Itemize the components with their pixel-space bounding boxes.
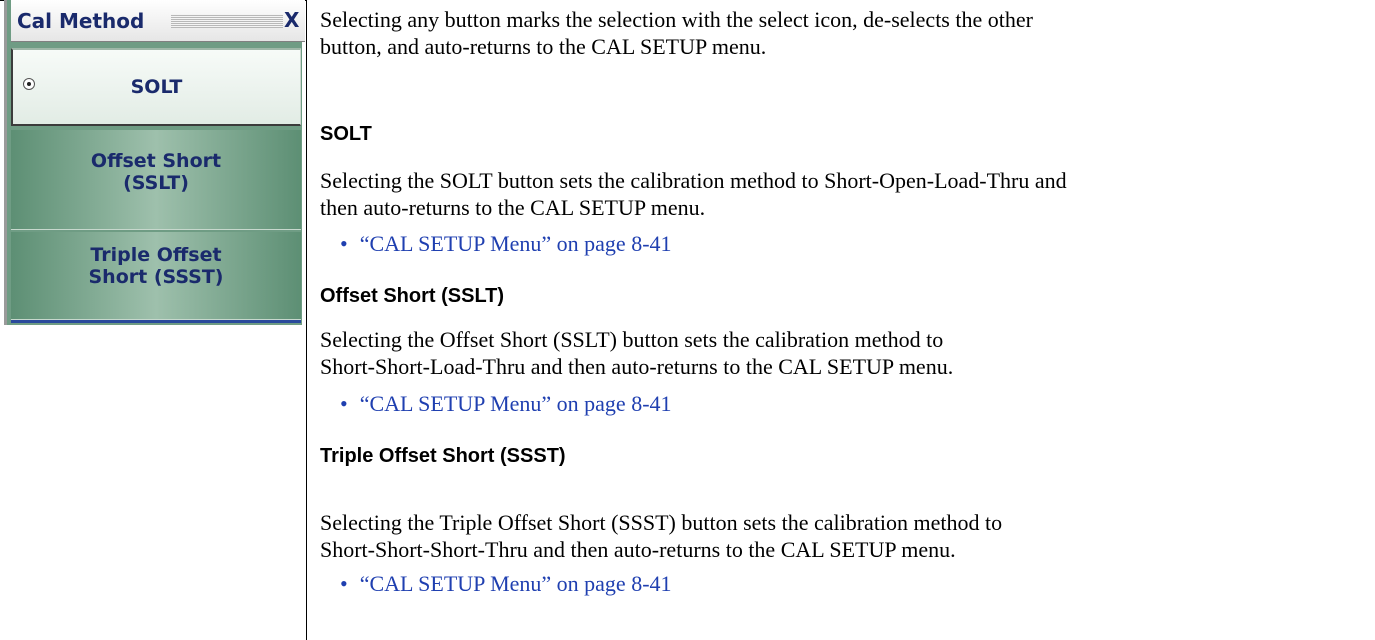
- cal-method-menu: Cal Method X SOLT Offset Short (SSLT) Tr…: [4, 0, 305, 325]
- bullet-icon: •: [340, 231, 348, 256]
- document-page: Cal Method X SOLT Offset Short (SSLT) Tr…: [0, 0, 1375, 640]
- list-item: • “CAL SETUP Menu” on page 8-41: [340, 390, 672, 417]
- solt-button-label: SOLT: [130, 76, 183, 98]
- menu-titlebar: Cal Method X: [11, 0, 305, 42]
- menu-column: Cal Method X SOLT Offset Short (SSLT) Tr…: [0, 0, 306, 640]
- section-heading-sslt: Offset Short (SSLT): [320, 285, 505, 307]
- cal-setup-menu-link[interactable]: “CAL SETUP Menu” on page 8-41: [360, 231, 672, 256]
- ssst-text-line1: Selecting the Triple Offset Short (SSST)…: [320, 510, 1003, 535]
- offset-short-label-line2: (SSLT): [123, 172, 189, 194]
- solt-text-line2: then auto-returns to the CAL SETUP menu.: [320, 195, 706, 220]
- cal-setup-menu-link[interactable]: “CAL SETUP Menu” on page 8-41: [360, 571, 672, 596]
- triple-offset-label-line2: Short (SSST): [88, 266, 224, 288]
- offset-short-button-label: Offset Short (SSLT): [11, 150, 301, 194]
- section-text-solt: Selecting the SOLT button sets the calib…: [320, 167, 1360, 221]
- close-button[interactable]: X: [284, 8, 299, 32]
- offset-short-label-line1: Offset Short: [90, 150, 222, 172]
- cal-setup-menu-link[interactable]: “CAL SETUP Menu” on page 8-41: [360, 391, 672, 416]
- intro-line1: Selecting any button marks the selection…: [320, 7, 1033, 32]
- menu-title: Cal Method: [17, 9, 145, 33]
- intro-paragraph: Selecting any button marks the selection…: [320, 6, 1360, 60]
- menu-footer-bar: [11, 320, 301, 323]
- titlebar-grip: [171, 14, 283, 28]
- triple-offset-label-line1: Triple Offset: [90, 244, 222, 266]
- triple-offset-short-button[interactable]: Triple Offset Short (SSST): [11, 232, 301, 320]
- solt-button[interactable]: SOLT: [11, 48, 301, 126]
- section-heading-solt: SOLT: [320, 123, 372, 145]
- column-divider: [306, 0, 307, 640]
- list-item: • “CAL SETUP Menu” on page 8-41: [340, 570, 672, 597]
- sslt-text-line1: Selecting the Offset Short (SSLT) button…: [320, 327, 944, 352]
- solt-text-line1: Selecting the SOLT button sets the calib…: [320, 168, 1067, 193]
- triple-offset-short-button-label: Triple Offset Short (SSST): [11, 244, 301, 288]
- bullet-icon: •: [340, 391, 348, 416]
- section-text-ssst: Selecting the Triple Offset Short (SSST)…: [320, 509, 1360, 563]
- bullet-icon: •: [340, 571, 348, 596]
- ssst-text-line2: Short-Short-Short-Thru and then auto-ret…: [320, 537, 956, 562]
- section-heading-ssst: Triple Offset Short (SSST): [320, 445, 566, 467]
- offset-short-button[interactable]: Offset Short (SSLT): [11, 130, 301, 230]
- sslt-text-line2: Short-Short-Load-Thru and then auto-retu…: [320, 354, 954, 379]
- section-text-sslt: Selecting the Offset Short (SSLT) button…: [320, 326, 1360, 380]
- intro-line2: button, and auto-returns to the CAL SETU…: [320, 34, 767, 59]
- list-item: • “CAL SETUP Menu” on page 8-41: [340, 230, 672, 257]
